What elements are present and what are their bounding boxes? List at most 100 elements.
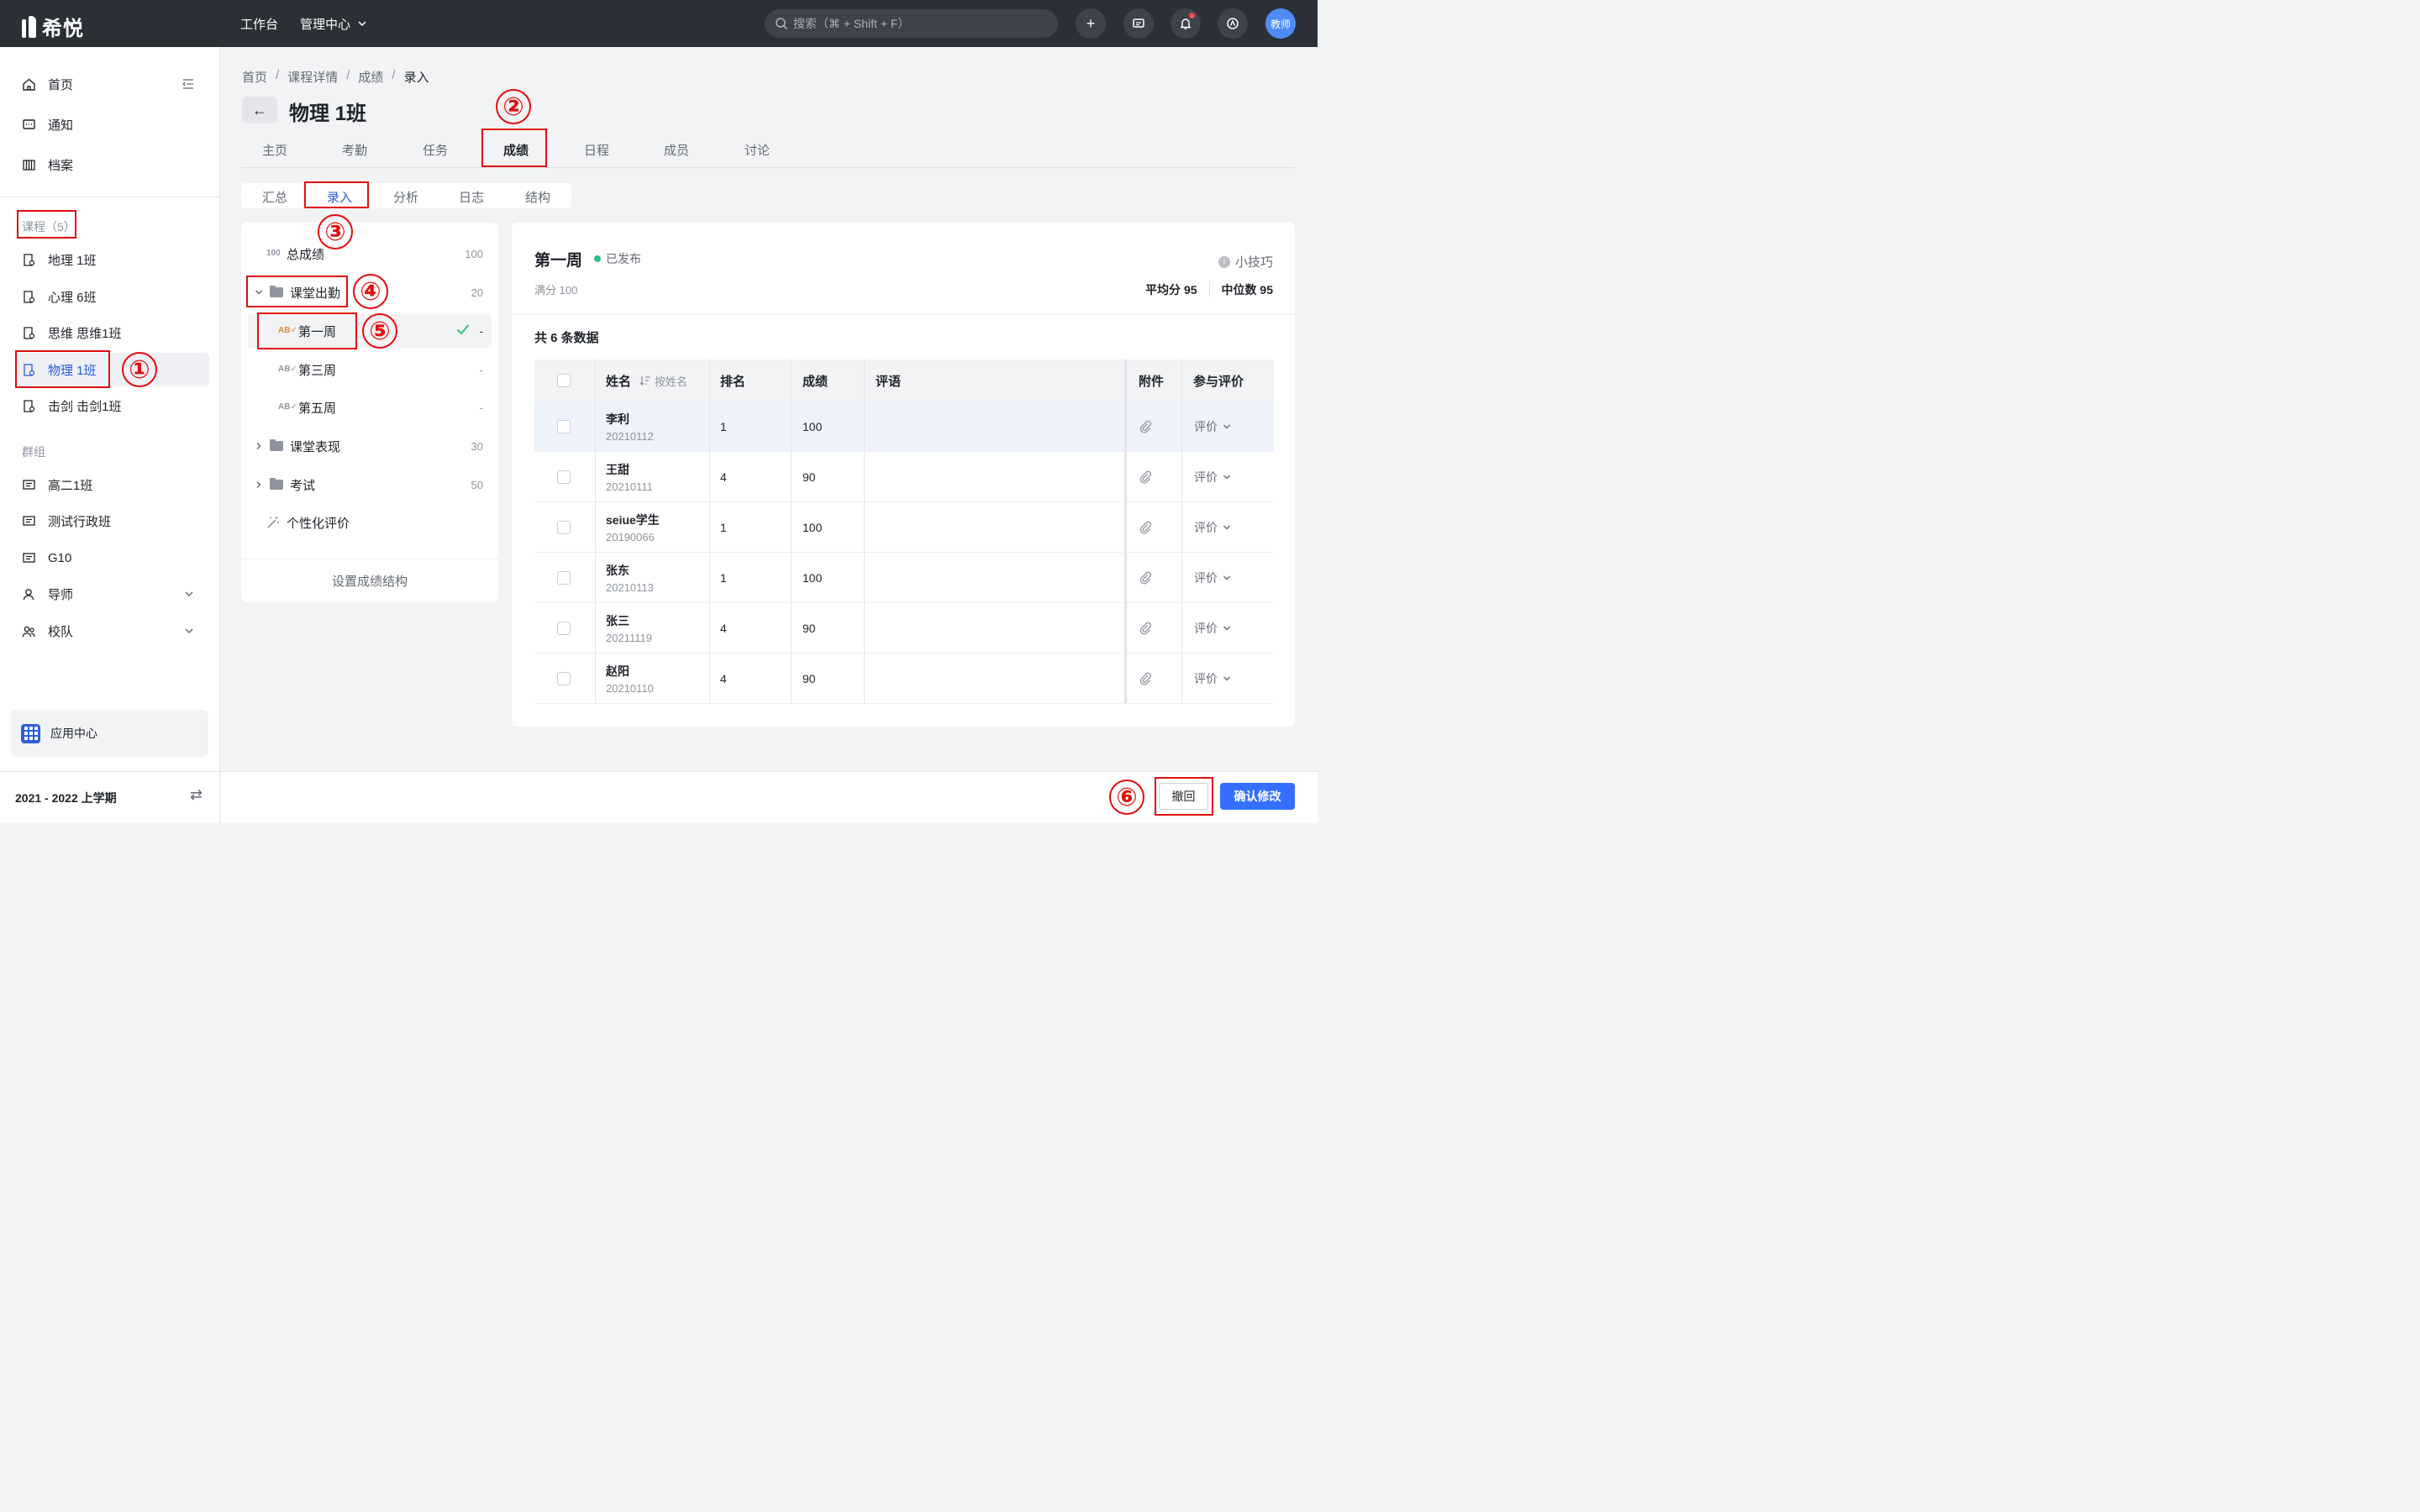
paperclip-icon: [1139, 420, 1152, 433]
tips-link[interactable]: i 小技巧: [1218, 253, 1273, 270]
subtab-log[interactable]: 日志: [459, 188, 484, 206]
student-name[interactable]: 张三: [606, 612, 629, 629]
search-input[interactable]: 搜索（⌘ + Shift + F）: [765, 9, 1058, 38]
comment-cell[interactable]: [876, 553, 1119, 602]
logo[interactable]: 希悦: [22, 12, 84, 41]
switch-term-icon[interactable]: ⇄: [190, 786, 203, 804]
add-button[interactable]: +: [1076, 8, 1106, 39]
score-cell[interactable]: 100: [802, 402, 822, 451]
tab-tasks[interactable]: 任务: [423, 141, 448, 159]
tree-item-week5[interactable]: AB✓ 第五周 -: [241, 391, 498, 424]
score-cell[interactable]: 90: [802, 603, 816, 653]
tab-discussion[interactable]: 讨论: [744, 141, 770, 159]
archive-icon: [23, 159, 35, 171]
evaluation-dropdown[interactable]: 评价: [1194, 402, 1231, 451]
row-checkbox[interactable]: [557, 654, 571, 703]
comment-cell[interactable]: [876, 603, 1119, 653]
setup-grade-structure-button[interactable]: 设置成绩结构: [241, 559, 498, 602]
score-cell[interactable]: 100: [802, 553, 822, 602]
student-name[interactable]: 张东: [606, 562, 629, 579]
comment-cell[interactable]: [876, 402, 1119, 451]
score-cell[interactable]: 90: [802, 654, 816, 703]
tree-item-week3[interactable]: AB✓ 第三周 -: [241, 353, 498, 386]
confirm-changes-button[interactable]: 确认修改: [1220, 783, 1295, 810]
tab-home[interactable]: 主页: [262, 141, 287, 159]
subtab-summary[interactable]: 汇总: [262, 188, 287, 206]
attachment-button[interactable]: [1139, 502, 1152, 552]
highlight-box-undo: [1155, 777, 1213, 816]
attachment-button[interactable]: [1139, 452, 1152, 501]
app-center-button[interactable]: 应用中心: [11, 710, 208, 757]
tree-item-count: 30: [471, 439, 483, 453]
sidebar-item-group-grade2-class1[interactable]: 高二1班: [15, 468, 209, 501]
tree-item-personalized[interactable]: 个性化评价: [241, 506, 498, 539]
assistant-icon: [1227, 18, 1239, 29]
score-100-icon: 100: [266, 249, 281, 258]
chevron-down-icon: [1223, 676, 1230, 680]
column-divider: [1181, 402, 1182, 451]
evaluation-dropdown[interactable]: 评价: [1194, 603, 1231, 653]
sort-by-name[interactable]: 按姓名: [639, 373, 687, 389]
score-cell[interactable]: 100: [802, 502, 822, 552]
comment-cell[interactable]: [876, 654, 1119, 703]
breadcrumb-grades[interactable]: 成绩: [358, 68, 383, 86]
chevron-right-icon[interactable]: [255, 480, 263, 489]
attachment-button[interactable]: [1139, 654, 1152, 703]
row-checkbox[interactable]: [557, 502, 571, 552]
student-name[interactable]: 赵阳: [606, 663, 629, 680]
breadcrumb-home[interactable]: 首页: [242, 68, 267, 86]
comment-cell[interactable]: [876, 502, 1119, 552]
tab-members[interactable]: 成员: [664, 141, 689, 159]
tree-item-exam[interactable]: 考试 50: [241, 468, 498, 501]
subtab-analysis[interactable]: 分析: [393, 188, 418, 206]
sidebar-item-group-team[interactable]: 校队: [15, 614, 209, 648]
subtab-structure[interactable]: 结构: [525, 188, 550, 206]
notification-button[interactable]: [1171, 8, 1201, 39]
comment-cell[interactable]: [876, 452, 1119, 501]
nav-admin-center[interactable]: 管理中心: [300, 15, 367, 33]
avatar[interactable]: 教师: [1265, 8, 1296, 39]
sidebar-item-course-geography[interactable]: 地理 1班: [15, 243, 209, 276]
tab-attendance[interactable]: 考勤: [342, 141, 367, 159]
attachment-button[interactable]: [1139, 553, 1152, 602]
sidebar-item-group-mentor[interactable]: 导师: [15, 577, 209, 611]
tree-item-class-performance[interactable]: 课堂表现 30: [241, 429, 498, 463]
sidebar-item-course-psychology[interactable]: 心理 6班: [15, 280, 209, 313]
breadcrumb-course-detail[interactable]: 课程详情: [287, 68, 338, 86]
student-name[interactable]: 李利: [606, 411, 629, 428]
row-checkbox[interactable]: [557, 603, 571, 653]
student-name[interactable]: 王甜: [606, 461, 629, 478]
back-button[interactable]: ←: [242, 97, 277, 123]
score-cell[interactable]: 90: [802, 452, 816, 501]
class-group-icon: [23, 479, 35, 490]
sidebar-item-archive[interactable]: 档案: [15, 148, 209, 181]
sidebar-item-course-thinking[interactable]: 思维 思维1班: [15, 316, 209, 349]
row-checkbox[interactable]: [557, 553, 571, 602]
message-button[interactable]: [1123, 8, 1154, 39]
attachment-button[interactable]: [1139, 603, 1152, 653]
sidebar-item-group-test-admin[interactable]: 测试行政班: [15, 504, 209, 538]
sidebar-item-notifications[interactable]: 通知: [15, 108, 209, 141]
column-divider: [791, 452, 792, 501]
annotation-marker-3: ③: [318, 214, 353, 249]
column-header-name[interactable]: 姓名 按姓名: [606, 360, 687, 402]
row-checkbox[interactable]: [557, 402, 571, 451]
student-cell: 赵阳 20210110: [606, 654, 654, 703]
select-all-checkbox[interactable]: [557, 360, 571, 402]
attachment-button[interactable]: [1139, 402, 1152, 451]
row-checkbox[interactable]: [557, 452, 571, 501]
tree-item-total[interactable]: 100 总成绩 100: [241, 237, 498, 270]
evaluation-dropdown[interactable]: 评价: [1194, 654, 1231, 703]
sidebar-item-home[interactable]: 首页: [15, 67, 209, 101]
evaluation-dropdown[interactable]: 评价: [1194, 502, 1231, 552]
evaluation-dropdown[interactable]: 评价: [1194, 553, 1231, 602]
sidebar-item-course-fencing[interactable]: 击剑 击剑1班: [15, 389, 209, 423]
chevron-right-icon[interactable]: [255, 442, 263, 450]
nav-workbench[interactable]: 工作台: [240, 15, 278, 33]
sidebar-item-group-g10[interactable]: G10: [15, 541, 209, 575]
tab-schedule[interactable]: 日程: [584, 141, 609, 159]
evaluation-dropdown[interactable]: 评价: [1194, 452, 1231, 501]
student-name[interactable]: seiue学生: [606, 512, 660, 528]
collapse-sidebar-icon[interactable]: [182, 79, 194, 89]
ai-assistant-button[interactable]: [1218, 8, 1248, 39]
